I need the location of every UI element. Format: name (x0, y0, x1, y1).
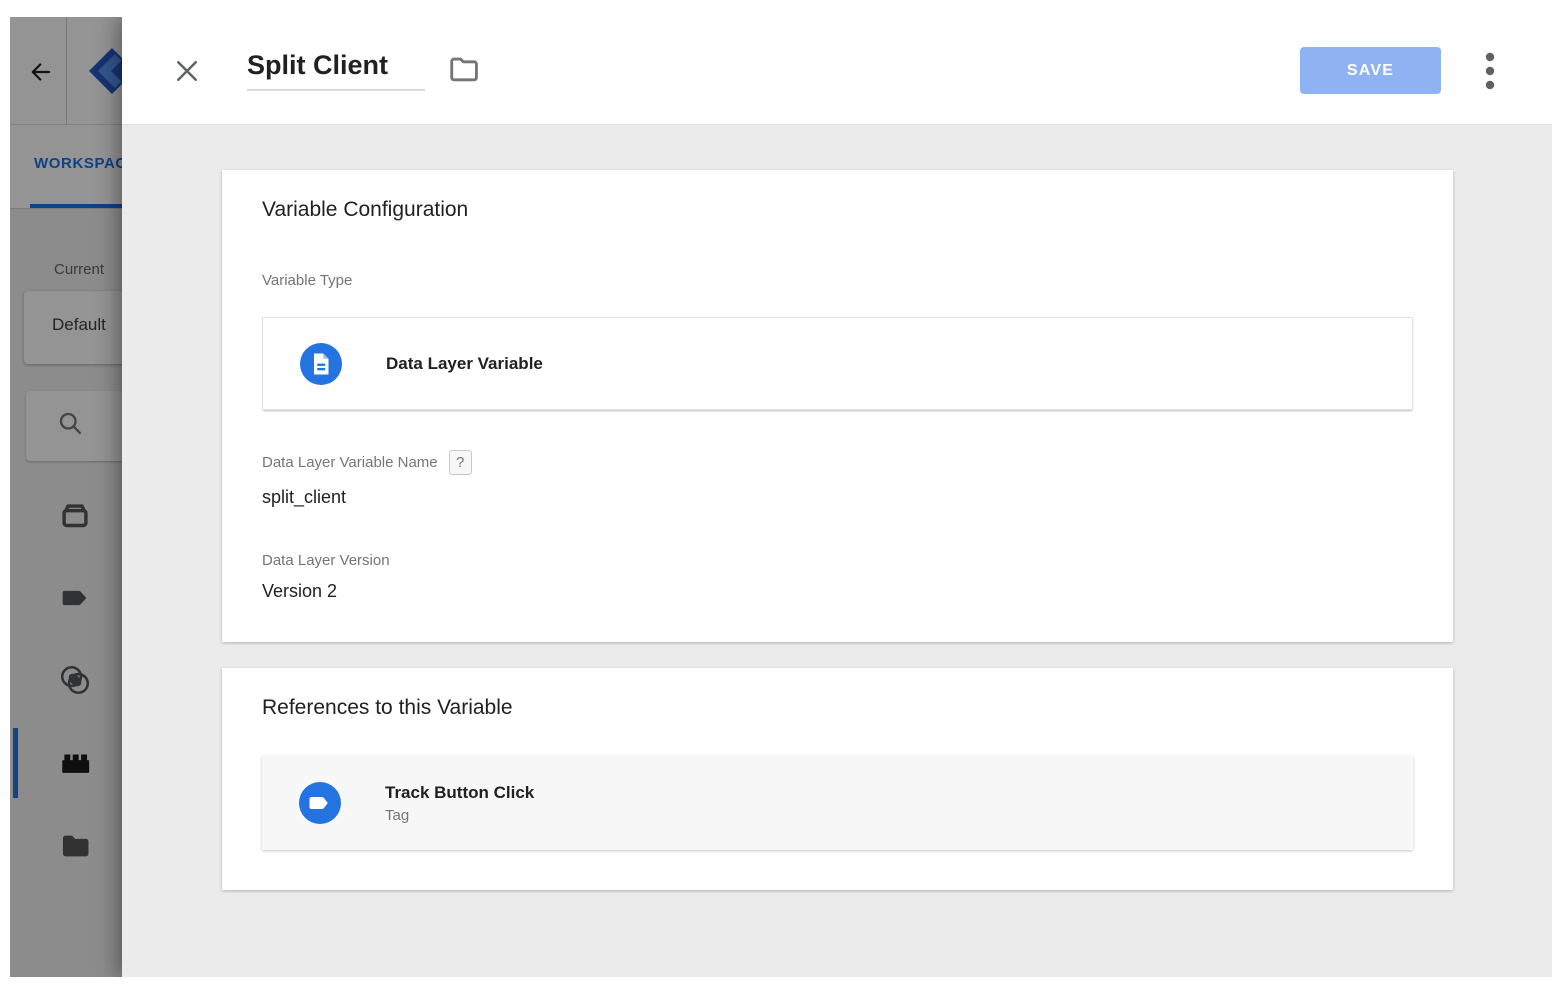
panel-body: Variable Configuration Variable Type Dat… (122, 125, 1552, 890)
reference-name: Track Button Click (385, 783, 534, 803)
folder-icon (447, 55, 481, 85)
panel-header: Split Client SAVE (122, 17, 1552, 125)
move-to-folder-button[interactable] (447, 55, 483, 87)
data-layer-variable-name-label: Data Layer Variable Name (262, 454, 438, 471)
variable-type-row[interactable]: Data Layer Variable (262, 317, 1413, 410)
variable-configuration-card: Variable Configuration Variable Type Dat… (222, 170, 1453, 642)
more-options-button[interactable] (1483, 50, 1497, 92)
close-icon (172, 56, 202, 86)
data-layer-version-value: Version 2 (262, 581, 1413, 602)
card-title: References to this Variable (262, 696, 1413, 720)
reference-text: Track Button Click Tag (385, 783, 534, 824)
data-layer-document-icon (300, 343, 342, 385)
gtm-app-window: WORKSPACE Current Default (10, 17, 1552, 977)
variable-type-label: Variable Type (262, 272, 1413, 289)
data-layer-variable-name-value: split_client (262, 487, 1413, 508)
data-layer-version-label: Data Layer Version (262, 552, 1413, 569)
variable-type-value: Data Layer Variable (386, 354, 543, 374)
help-button[interactable]: ? (449, 450, 472, 475)
reference-type: Tag (385, 807, 534, 824)
kebab-menu-icon (1483, 50, 1497, 92)
close-button[interactable] (172, 56, 202, 86)
references-card: References to this Variable Track Button… (222, 668, 1453, 890)
card-title: Variable Configuration (262, 198, 1413, 222)
variable-title-input[interactable]: Split Client (247, 50, 425, 91)
reference-row[interactable]: Track Button Click Tag (262, 756, 1413, 850)
name-label-row: Data Layer Variable Name ? (262, 450, 1413, 475)
variable-editor-panel: Split Client SAVE Variable Configuration… (122, 17, 1552, 977)
tag-icon (299, 782, 341, 824)
save-button[interactable]: SAVE (1300, 47, 1441, 94)
